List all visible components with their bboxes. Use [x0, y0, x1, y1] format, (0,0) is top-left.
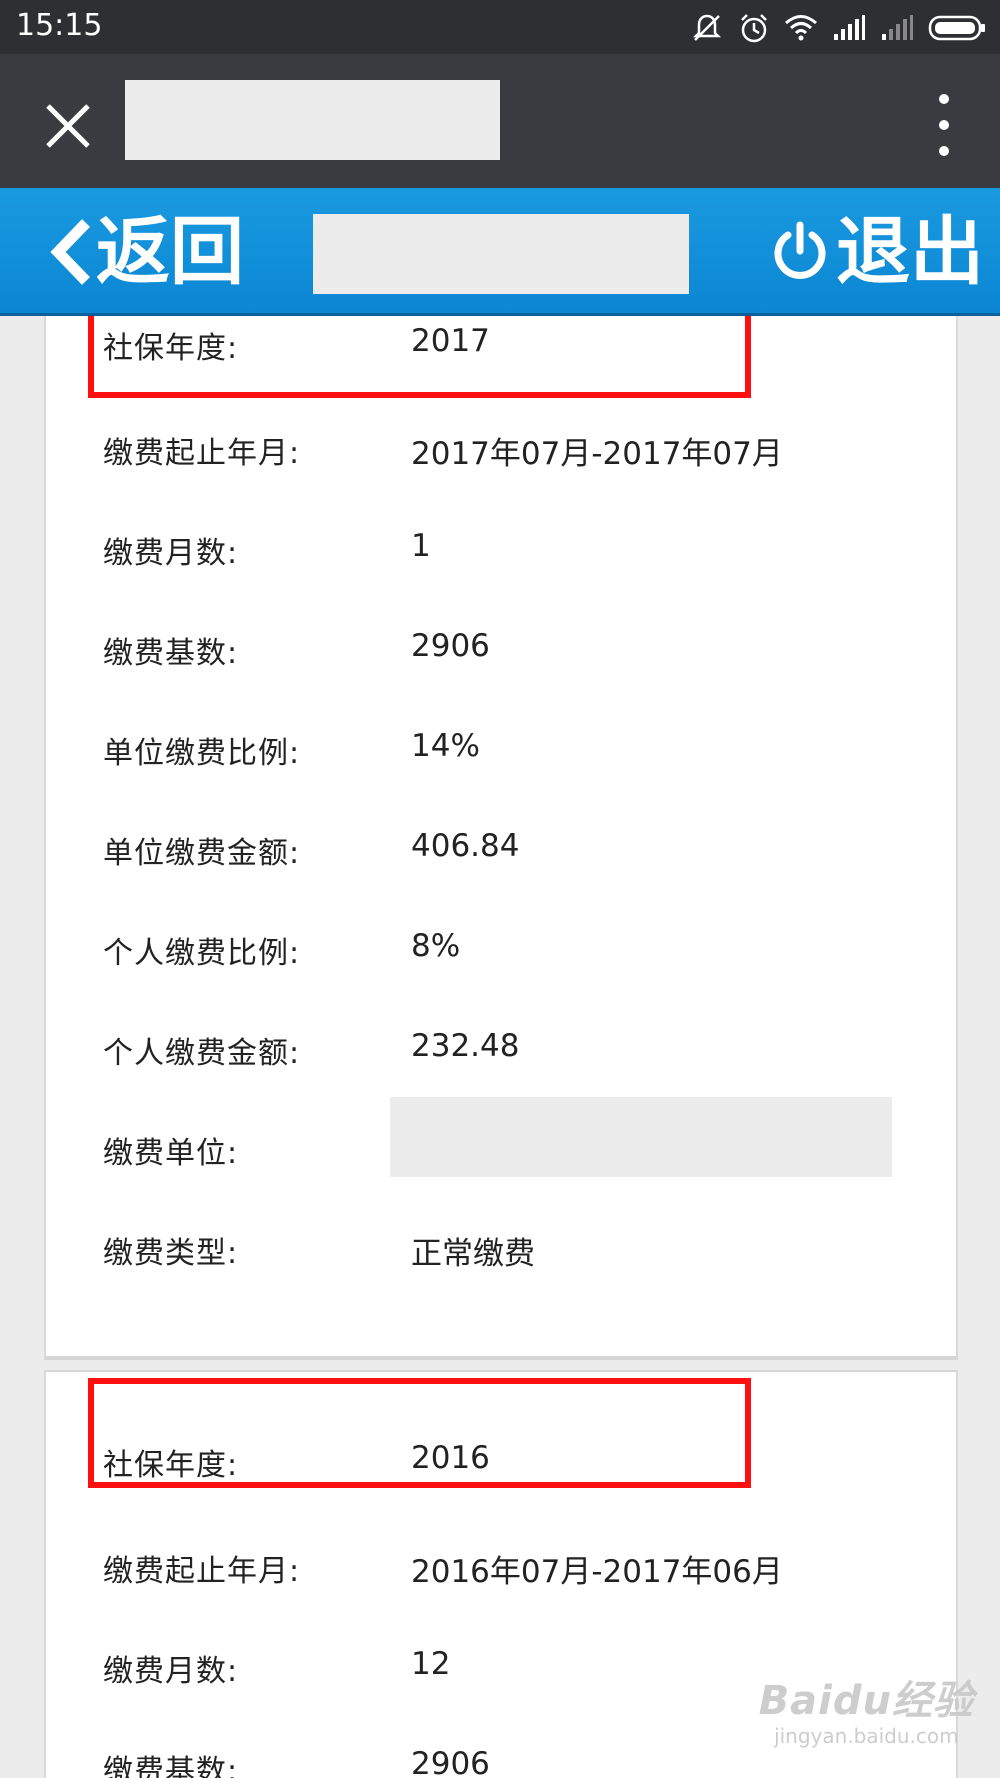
status-time: 15:15	[16, 8, 103, 43]
highlight-box	[88, 316, 751, 398]
records-list: 社保年度: 2017 缴费起止年月: 2017年07月-2017年07月 缴费月…	[0, 316, 1000, 1778]
screen: 15:15 返回 退出 社保年度: 2017 缴费起止年月: 2017年07月-…	[0, 0, 1000, 1778]
row-label: 单位缴费比例:	[103, 736, 301, 771]
power-icon	[774, 221, 826, 279]
row-label: 缴费起止年月:	[103, 1554, 301, 1589]
row-value: 1	[411, 528, 431, 564]
row-label: 缴费单位:	[103, 1136, 239, 1171]
row-personal-amount: 个人缴费金额: 232.48	[46, 1016, 956, 1076]
row-value: 406.84	[411, 828, 520, 864]
wifi-icon	[784, 14, 818, 42]
row-months: 缴费月数: 1	[46, 516, 956, 576]
watermark-url: jingyan.baidu.com	[774, 1724, 959, 1748]
more-vert-icon	[932, 94, 956, 156]
row-label: 缴费月数:	[103, 1654, 239, 1689]
baidu-watermark: Baidu经验 jingyan.baidu.com	[759, 1668, 974, 1748]
record-card: 社保年度: 2017 缴费起止年月: 2017年07月-2017年07月 缴费月…	[44, 316, 958, 1360]
row-value: 12	[411, 1646, 451, 1682]
row-base: 缴费基数: 2906	[46, 616, 956, 676]
redacted-employer-value	[390, 1097, 892, 1177]
row-label: 缴费基数:	[103, 636, 239, 671]
back-label: 返回	[96, 209, 244, 295]
row-employer: 缴费单位:	[46, 1097, 956, 1177]
signal-icon	[832, 14, 866, 42]
redacted-title	[125, 80, 500, 160]
row-value: 正常缴费	[411, 1236, 535, 1272]
row-label: 缴费月数:	[103, 536, 239, 571]
row-label: 个人缴费金额:	[103, 1036, 301, 1071]
row-value: 14%	[411, 728, 480, 764]
mute-icon	[690, 11, 724, 45]
row-value: 232.48	[411, 1028, 520, 1064]
highlight-box	[88, 1378, 751, 1488]
exit-button[interactable]: 退出	[772, 212, 984, 292]
status-icons	[676, 8, 986, 48]
row-label: 单位缴费金额:	[103, 836, 301, 871]
row-value: 2017年07月-2017年07月	[411, 436, 783, 472]
row-unit-amount: 单位缴费金额: 406.84	[46, 816, 956, 876]
row-label: 缴费基数:	[103, 1754, 239, 1778]
status-bar: 15:15	[0, 0, 1000, 54]
row-period: 缴费起止年月: 2016年07月-2017年06月	[46, 1534, 956, 1594]
row-personal-ratio: 个人缴费比例: 8%	[46, 916, 956, 976]
close-button[interactable]	[40, 98, 96, 154]
row-period: 缴费起止年月: 2017年07月-2017年07月	[46, 416, 956, 476]
signal-weak-icon	[880, 14, 914, 42]
row-unit-ratio: 单位缴费比例: 14%	[46, 716, 956, 776]
exit-label: 退出	[836, 209, 984, 295]
webview-title-bar	[0, 54, 1000, 188]
row-value: 2906	[411, 628, 490, 664]
chevron-left-icon	[50, 219, 90, 285]
row-label: 个人缴费比例:	[103, 936, 301, 971]
row-label: 缴费类型:	[103, 1236, 239, 1271]
close-icon	[46, 104, 90, 148]
more-menu-button[interactable]	[932, 94, 956, 158]
watermark-logo: Baidu经验	[758, 1678, 974, 1724]
redacted-header-title	[313, 214, 689, 294]
row-value: 2906	[411, 1746, 490, 1778]
alarm-icon	[738, 12, 770, 44]
row-label: 缴费起止年月:	[103, 436, 301, 471]
row-value: 2016年07月-2017年06月	[411, 1554, 783, 1590]
battery-icon	[928, 15, 986, 41]
app-header: 返回 退出	[0, 188, 1000, 316]
back-button[interactable]: 返回	[48, 212, 244, 292]
row-type: 缴费类型: 正常缴费	[46, 1216, 956, 1276]
row-value: 8%	[411, 928, 461, 964]
